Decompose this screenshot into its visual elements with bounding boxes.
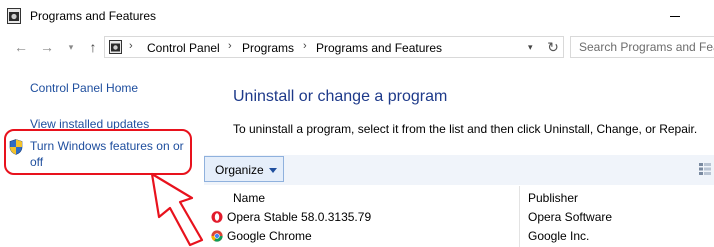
search-box[interactable] (570, 36, 714, 58)
toolbar: Organize (204, 155, 714, 185)
pointer-arrow-icon (150, 172, 204, 247)
control-panel-icon (7, 8, 21, 24)
highlight-box (4, 129, 192, 175)
window-title: Programs and Features (30, 9, 157, 23)
program-name: Google Chrome (227, 229, 312, 243)
chevron-down-icon (269, 168, 277, 173)
breadcrumb-programs-and-features[interactable]: Programs and Features (316, 41, 442, 55)
page-title: Uninstall or change a program (233, 88, 448, 105)
program-publisher: Opera Software (528, 210, 613, 224)
address-bar[interactable]: › Control Panel › Programs › Programs an… (104, 36, 564, 58)
control-panel-home-link[interactable]: Control Panel Home (30, 81, 138, 95)
back-arrow-icon[interactable]: ← (12, 38, 30, 56)
breadcrumb-programs[interactable]: Programs (242, 41, 294, 55)
forward-arrow-icon[interactable]: → (38, 38, 56, 56)
navigation-bar: ← → ▾ ↑ › Control Panel › Programs › Pro… (0, 34, 714, 62)
up-arrow-icon[interactable]: ↑ (84, 38, 102, 56)
search-input[interactable] (571, 37, 714, 57)
address-dropdown-icon[interactable]: ▾ (528, 42, 533, 53)
recent-dropdown-icon[interactable]: ▾ (62, 38, 80, 56)
minimize-button[interactable] (668, 9, 686, 21)
view-options-icon[interactable] (698, 162, 712, 176)
chrome-icon (211, 230, 223, 242)
table-row[interactable]: Google Chrome Google Inc. (204, 228, 714, 247)
opera-icon (211, 211, 223, 223)
table-row[interactable]: Opera Stable 58.0.3135.79 Opera Software (204, 209, 714, 228)
page-description: To uninstall a program, select it from t… (233, 122, 698, 136)
program-name: Opera Stable 58.0.3135.79 (227, 210, 372, 224)
organize-button[interactable]: Organize (204, 156, 284, 182)
organize-label: Organize (215, 163, 264, 177)
breadcrumb-separator-icon[interactable]: › (303, 40, 307, 52)
breadcrumb-separator-icon[interactable]: › (228, 40, 232, 52)
breadcrumb-control-panel[interactable]: Control Panel (147, 41, 220, 55)
title-bar: Programs and Features (0, 0, 714, 32)
breadcrumb-separator-icon[interactable]: › (129, 40, 133, 52)
program-publisher: Google Inc. (528, 229, 590, 243)
refresh-icon[interactable]: ↻ (545, 39, 561, 55)
control-panel-icon (109, 40, 122, 54)
